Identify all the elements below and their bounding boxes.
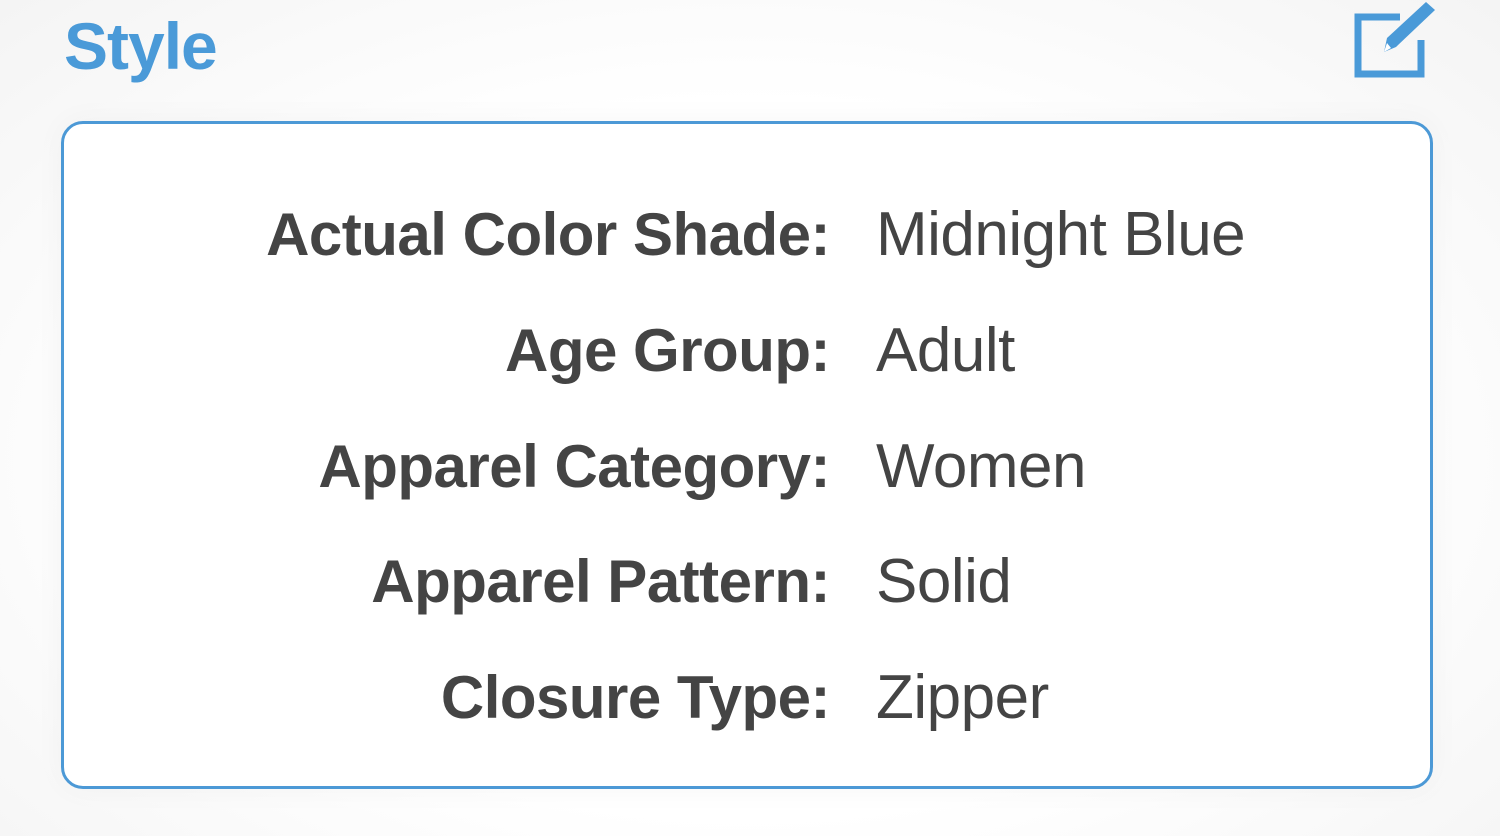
attribute-row: Closure Type: Zipper [64, 657, 1430, 737]
attribute-label: Actual Color Shade: [266, 200, 830, 268]
attribute-value: Women [876, 431, 1087, 501]
attribute-value: Solid [876, 546, 1012, 616]
section-title: Style [64, 9, 218, 83]
edit-button[interactable] [1350, 0, 1442, 84]
attribute-label: Apparel Category: [318, 432, 830, 500]
attribute-label: Apparel Pattern: [371, 547, 830, 615]
style-panel: Style Actual Color Shade: Midnight Blue … [0, 0, 1500, 836]
attribute-value: Zipper [876, 662, 1049, 732]
attribute-row: Actual Color Shade: Midnight Blue [64, 194, 1430, 274]
attribute-row: Apparel Category: Women [64, 426, 1430, 506]
attribute-row: Age Group: Adult [64, 310, 1430, 390]
attribute-value: Adult [876, 315, 1015, 385]
attributes-card: Actual Color Shade: Midnight Blue Age Gr… [61, 121, 1433, 789]
attribute-value: Midnight Blue [876, 199, 1246, 269]
edit-icon [1354, 2, 1435, 78]
attribute-label: Closure Type: [440, 663, 831, 731]
attribute-label: Age Group: [505, 316, 830, 384]
attribute-row: Apparel Pattern: Solid [64, 541, 1430, 621]
